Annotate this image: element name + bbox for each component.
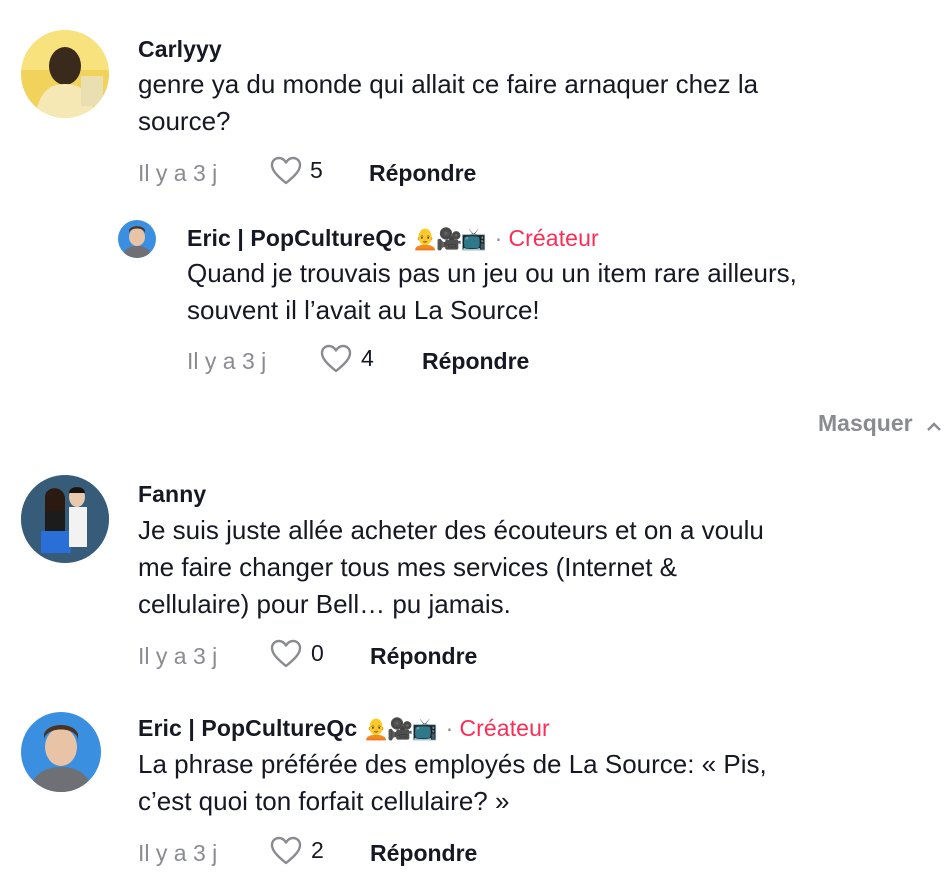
separator-dot: · (445, 715, 454, 741)
avatar[interactable] (21, 30, 109, 118)
like-count: 0 (311, 640, 324, 666)
separator-dot: · (494, 225, 503, 251)
comment-timestamp: Il y a 3 j (187, 348, 267, 374)
username-emoji: 🧑‍🦲🎥📺 (412, 228, 486, 251)
avatar[interactable] (21, 712, 101, 792)
like-heart-icon[interactable] (270, 156, 302, 191)
username-text: Eric | PopCultureQc (187, 225, 407, 251)
avatar[interactable] (118, 220, 156, 258)
like-count: 4 (361, 345, 374, 371)
comment-timestamp: Il y a 3 j (138, 840, 218, 866)
hide-replies-label: Masquer (818, 410, 913, 436)
reply-button[interactable]: Répondre (370, 840, 477, 867)
like-heart-icon[interactable] (320, 344, 352, 379)
reply-button[interactable]: Répondre (422, 348, 529, 375)
like-count: 5 (310, 157, 323, 183)
chevron-up-icon (927, 410, 941, 437)
comment-text: Je suis juste allée acheter des écouteur… (138, 515, 764, 619)
username-text: Eric | PopCultureQc (138, 715, 358, 741)
comment-text: genre ya du monde qui allait ce faire ar… (138, 69, 759, 136)
comment-timestamp: Il y a 3 j (138, 643, 218, 669)
like-heart-icon[interactable] (270, 836, 302, 871)
like-heart-icon[interactable] (270, 639, 302, 674)
comment-text: Quand je trouvais pas un jeu ou un item … (187, 258, 797, 325)
comment-text: La phrase préférée des employés de La So… (138, 749, 767, 816)
comment-username[interactable]: Eric | PopCultureQc 🧑‍🦲🎥📺 · Créateur (187, 225, 599, 252)
reply-button[interactable]: Répondre (369, 160, 476, 187)
username-emoji: 🧑‍🦲🎥📺 (363, 718, 437, 741)
comment-username[interactable]: Eric | PopCultureQc 🧑‍🦲🎥📺 · Créateur (138, 715, 550, 742)
creator-badge: Créateur (459, 715, 550, 741)
comment-username[interactable]: Carlyyy (138, 36, 222, 63)
comment-timestamp: Il y a 3 j (138, 160, 218, 186)
avatar[interactable] (21, 475, 109, 563)
creator-badge: Créateur (508, 225, 599, 251)
reply-button[interactable]: Répondre (370, 643, 477, 670)
comment-username[interactable]: Fanny (138, 481, 206, 508)
hide-replies-button[interactable]: Masquer (818, 410, 941, 437)
like-count: 2 (311, 837, 324, 863)
